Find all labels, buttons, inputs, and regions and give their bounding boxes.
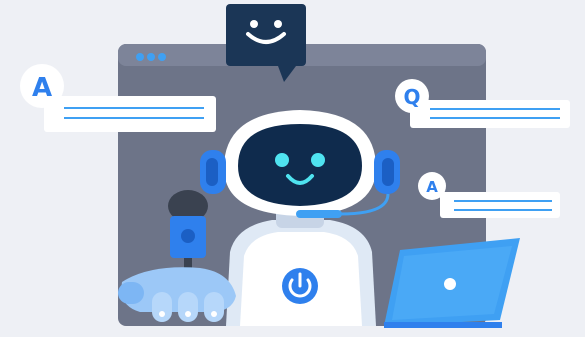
robot-body	[226, 220, 376, 326]
robot-head	[224, 110, 376, 216]
chatbot-illustration: A Q A	[20, 4, 570, 328]
window-dot-3	[158, 53, 166, 61]
circle-logo-icon	[444, 278, 456, 290]
answer-badge-right: A	[426, 178, 438, 196]
answer-badge-left: A	[32, 73, 52, 103]
power-icon	[282, 268, 318, 304]
question-badge: Q	[403, 85, 420, 109]
laptop	[384, 238, 520, 328]
robot-eye-right	[311, 153, 325, 167]
robot-eye-left	[275, 153, 289, 167]
window-dot-1	[136, 53, 144, 61]
window-dot-2	[147, 53, 155, 61]
